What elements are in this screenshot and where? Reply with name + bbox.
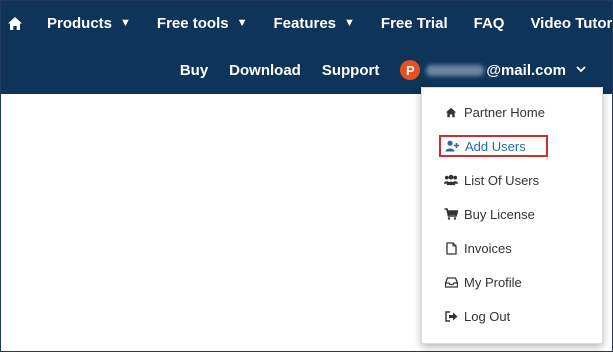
- menu-item-partner-home[interactable]: Partner Home: [444, 102, 545, 122]
- menu-item-add-users[interactable]: Add Users: [439, 135, 548, 157]
- nav-buy-label: Buy: [179, 61, 209, 79]
- home-icon: [444, 107, 458, 118]
- nav-free-tools[interactable]: Free tools ▼: [157, 15, 248, 32]
- account-menu-button[interactable]: P @mail.com: [400, 60, 586, 80]
- sign-out-icon: [444, 310, 458, 322]
- nav-video-tutorials[interactable]: Video Tutorials: [530, 14, 613, 32]
- caret-down-icon: ▼: [236, 17, 248, 29]
- nav-faq-label: FAQ: [473, 14, 505, 32]
- secondary-nav: Buy Download Support P @mail.com: [159, 56, 586, 84]
- nav-features-label: Features: [273, 14, 337, 32]
- menu-item-label: Buy License: [464, 206, 535, 222]
- file-icon: [444, 241, 458, 255]
- menu-item-buy-license[interactable]: Buy License: [444, 204, 535, 224]
- home-button[interactable]: [7, 16, 23, 31]
- primary-nav: Products ▼ Free tools ▼ Features ▼ Free …: [7, 9, 613, 37]
- nav-products-label: Products: [47, 14, 113, 32]
- nav-buy[interactable]: Buy: [180, 62, 208, 79]
- menu-item-label: Invoices: [464, 240, 512, 256]
- menu-item-label: List Of Users: [464, 172, 540, 188]
- menu-item-label: Partner Home: [464, 104, 545, 120]
- caret-down-icon: ▼: [344, 17, 355, 29]
- avatar: P: [400, 60, 421, 80]
- inbox-icon: [444, 276, 458, 288]
- menu-item-label: Add Users: [465, 138, 526, 154]
- account-email-suffix: @mail.com: [486, 61, 566, 79]
- menu-item-label: My Profile: [464, 274, 522, 290]
- nav-faq[interactable]: FAQ: [474, 15, 505, 32]
- window-frame: Products ▼ Free tools ▼ Features ▼ Free …: [0, 0, 613, 352]
- nav-download-label: Download: [229, 61, 301, 79]
- caret-down-icon: ▼: [120, 17, 131, 29]
- menu-item-my-profile[interactable]: My Profile: [444, 272, 522, 292]
- menu-item-list-of-users[interactable]: List Of Users: [444, 170, 539, 190]
- nav-free-trial[interactable]: Free Trial: [381, 15, 448, 32]
- menu-item-invoices[interactable]: Invoices: [444, 238, 512, 258]
- menu-item-label: Log Out: [464, 308, 511, 324]
- nav-products[interactable]: Products ▼: [47, 15, 131, 32]
- top-navbar: Products ▼ Free tools ▼ Features ▼ Free …: [1, 1, 612, 94]
- user-plus-icon: [445, 140, 459, 152]
- account-dropdown-menu: Partner Home Add Users List Of Users Buy…: [421, 87, 603, 344]
- redacted-username: [426, 64, 485, 76]
- home-icon: [8, 16, 22, 30]
- nav-free-trial-label: Free Trial: [380, 14, 448, 32]
- nav-features[interactable]: Features ▼: [273, 15, 354, 32]
- nav-support[interactable]: Support: [322, 62, 380, 79]
- nav-download[interactable]: Download: [229, 62, 301, 79]
- menu-item-log-out[interactable]: Log Out: [444, 306, 510, 326]
- users-icon: [444, 174, 458, 186]
- chevron-down-icon: [576, 65, 586, 76]
- nav-video-tutorials-label: Video Tutorials: [530, 14, 613, 32]
- nav-free-tools-label: Free tools: [156, 14, 229, 32]
- nav-support-label: Support: [321, 61, 380, 79]
- cart-icon: [444, 208, 458, 220]
